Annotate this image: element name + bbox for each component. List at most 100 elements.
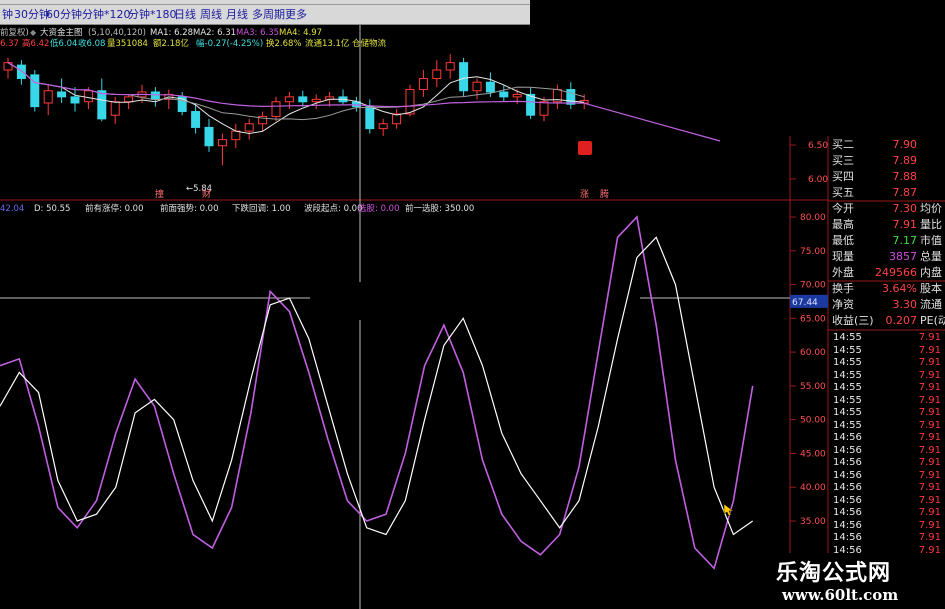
quote-row-label: 现量 <box>832 250 854 263</box>
sub-axis-label: 50.00 <box>800 416 826 426</box>
candle-body <box>365 106 375 130</box>
quote-row-label: 净资 <box>832 298 854 311</box>
sub-info-strength: 前面强势: 0.00 <box>160 203 219 214</box>
quote-volume: 量351084 <box>107 39 148 49</box>
quote-row-value: 7.30 <box>892 202 918 215</box>
candle-body <box>204 126 214 147</box>
quote-row-value: 3.64% <box>882 282 917 295</box>
quote-row: 买二 7.90 <box>828 137 945 153</box>
current-bar-marker <box>578 141 592 155</box>
sub-axis-label: 40.00 <box>800 483 826 493</box>
quote-row-value: 7.90 <box>892 138 918 151</box>
quote-row-value: 249566 <box>875 266 917 279</box>
candle-body <box>271 101 281 117</box>
quote-row-value: 7.88 <box>892 170 918 183</box>
candle-body <box>298 96 308 103</box>
sub-axis-label: 70.00 <box>800 281 826 291</box>
quote-row: 收益(三) 0.207 PE(动 <box>828 313 945 329</box>
ma4-value: MA4: 4.97 <box>279 28 322 38</box>
chart-annotation: 撞 <box>155 188 164 200</box>
quote-amount: 额2.18亿 <box>153 38 189 49</box>
quote-row-label: 今开 <box>832 202 854 215</box>
sub-info-k: 42.04 <box>0 204 24 214</box>
candle-body <box>16 64 26 80</box>
overlay-block <box>310 282 640 320</box>
sub-axis-label: 75.00 <box>800 247 826 257</box>
quote-change: 幅-0.27(-4.25%) <box>196 38 263 49</box>
quote-row-field: 市值 <box>920 234 942 247</box>
quote-row-field: 内盘 <box>920 266 942 279</box>
quote-row-label: 最高 <box>832 218 854 231</box>
chart-annotation: 财 <box>202 188 211 200</box>
ma3-value: MA3: 6.35 <box>236 28 279 38</box>
quote-row-value: 7.91 <box>892 218 918 231</box>
quote-row-value: 7.17 <box>892 234 918 247</box>
quote-row: 买三 7.89 <box>828 153 945 169</box>
quote-row-field: 流通 <box>920 298 942 311</box>
quote-row: 最高 7.91 量比 <box>828 217 945 233</box>
quote-row: 现量 3857 总量 <box>828 249 945 265</box>
indicator-title: 大资金主图 <box>40 27 83 38</box>
quote-close: 收6.08 <box>78 38 105 49</box>
quote-price: 6.37 <box>0 39 19 49</box>
quote-row: 换手 3.64% 股本 <box>828 281 945 297</box>
quote-row-value: 3857 <box>889 250 917 263</box>
candle-body <box>124 96 134 103</box>
chart-canvas[interactable]: 前复权) ◆ 大资金主图 (5,10,40,120) MA1: 6.28 MA2: 6.3… <box>0 0 945 609</box>
quote-row: 最低 7.17 市值 <box>828 233 945 249</box>
quote-row-value: 0.207 <box>885 314 918 327</box>
quote-high: 高6.42 <box>22 38 49 49</box>
candle-body <box>512 93 522 98</box>
quote-row-value: 7.89 <box>892 154 918 167</box>
sub-info-pick: 选股: 0.00 <box>358 203 400 214</box>
candle-body <box>539 101 549 116</box>
price-axis-label: 6.00 <box>808 175 828 185</box>
quote-row-value: 3.30 <box>892 298 918 311</box>
ma2-value: MA2: 6.31 <box>193 28 236 38</box>
info-bullet: ◆ <box>30 28 37 37</box>
watermark-title: 乐淘公式网 <box>776 560 892 586</box>
candle-body <box>43 90 53 104</box>
quote-row: 买四 7.88 <box>828 169 945 185</box>
quote-row-field: 量比 <box>920 218 942 231</box>
candle-body <box>485 81 495 93</box>
candle-body <box>472 81 482 92</box>
quote-row-label: 买二 <box>832 138 854 151</box>
candle-body <box>432 69 442 80</box>
sub-info-pick-one: 前一选股: 350.00 <box>405 203 474 214</box>
candle-body <box>83 90 93 103</box>
quote-row: 净资 3.30 流通 <box>828 297 945 313</box>
candle-body <box>311 98 321 103</box>
sub-axis-label: 45.00 <box>800 449 826 459</box>
candle-body <box>418 78 428 91</box>
candle-body <box>150 91 160 100</box>
ma1-value: MA1: 6.28 <box>150 28 193 38</box>
quote-row-label: 外盘 <box>832 266 854 279</box>
quote-row-field: 股本 <box>920 282 942 295</box>
candle-body <box>566 89 576 105</box>
quote-row-label: 换手 <box>832 282 854 295</box>
quote-row-label: 买三 <box>832 154 854 167</box>
candle-body <box>244 123 254 132</box>
sub-info-limit-up: 前有涨停: 0.00 <box>85 203 144 214</box>
candle-body <box>231 130 241 141</box>
sub-axis-label: 35.00 <box>800 517 826 527</box>
chart-annotation: 腾 <box>600 188 609 200</box>
quote-row: 买五 7.87 <box>828 185 945 201</box>
quote-row: 外盘 249566 内盘 <box>828 265 945 281</box>
candle-body <box>499 91 509 98</box>
sub-axis-label: 80.00 <box>800 213 826 223</box>
candle-body <box>405 89 415 115</box>
quote-row: 今开 7.30 均价 <box>828 201 945 217</box>
watermark-url: www.60lt.com <box>782 586 899 604</box>
candle-body <box>378 123 388 130</box>
cursor-value-text: 67.44 <box>792 298 818 308</box>
candle-body <box>110 101 120 116</box>
quote-row-field: 总量 <box>920 250 942 263</box>
sub-axis-label: 65.00 <box>800 314 826 324</box>
quote-row-field: 均价 <box>920 202 942 215</box>
candle-body <box>445 62 455 71</box>
candle-body <box>191 111 201 128</box>
sub-info-d: D: 50.55 <box>34 204 70 214</box>
quote-row-label: 买四 <box>832 170 854 183</box>
